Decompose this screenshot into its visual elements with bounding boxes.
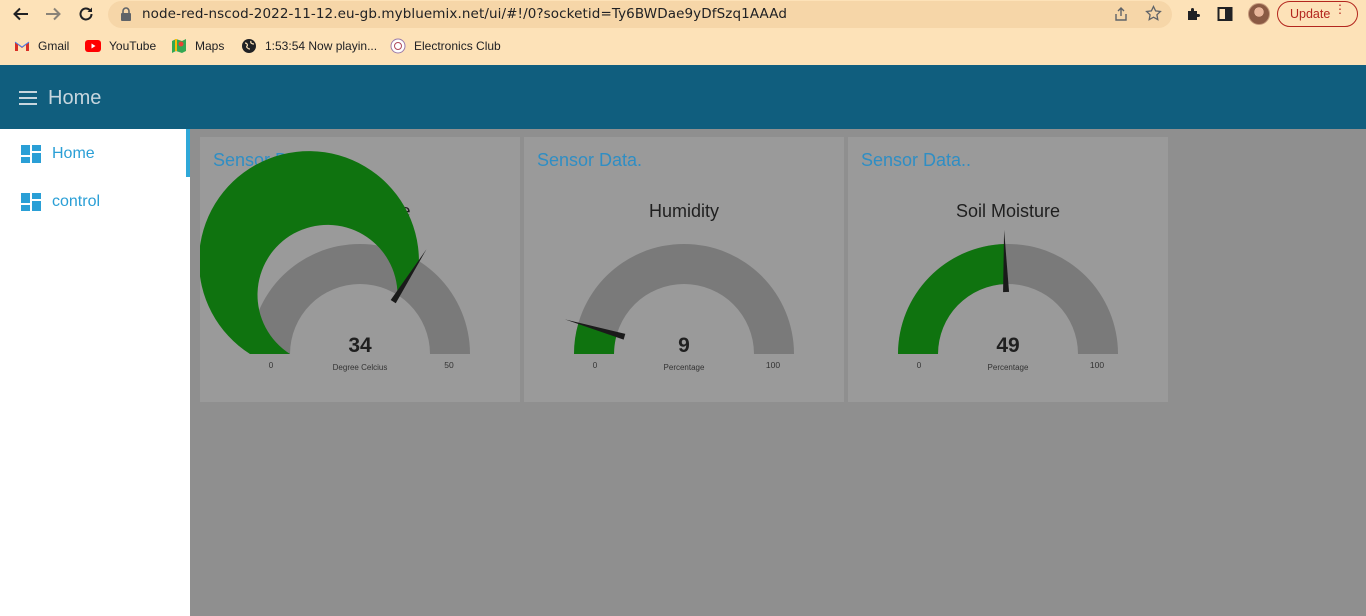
sensor-card-temperature: Sensor Data Temparature 34 Degree Celciu… (200, 137, 520, 402)
globe-icon (241, 38, 257, 54)
gauge-max-label: 50 (444, 360, 454, 370)
forward-button[interactable] (42, 3, 64, 25)
page-title: Home (48, 87, 102, 109)
forward-arrow-icon (46, 7, 61, 21)
extensions-button[interactable] (1184, 4, 1204, 24)
bookmark-star-icon[interactable] (1145, 5, 1162, 22)
sidebar: Home control (0, 129, 190, 616)
sidebar-item-label: control (52, 193, 101, 210)
back-button[interactable] (10, 3, 32, 25)
gauge-fill (898, 244, 1006, 354)
sidebar-item-control[interactable]: control (0, 177, 190, 225)
club-icon (390, 38, 406, 54)
bookmark-maps[interactable]: Maps (171, 35, 224, 57)
bookmarks-bar: Gmail YouTube Maps 1:53:54 Now playin...… (0, 35, 1366, 57)
dashboard-icon (21, 193, 41, 211)
sidebar-item-home[interactable]: Home (0, 129, 190, 177)
bookmark-youtube[interactable]: YouTube (85, 35, 156, 57)
bookmark-gmail[interactable]: Gmail (14, 35, 69, 57)
browser-toolbar: node-red-nscod-2022-11-12.eu-gb.mybluemi… (0, 0, 1366, 29)
gauge-value: 9 (678, 334, 690, 357)
more-menu-icon: ⋮ (1334, 2, 1346, 16)
url-text: node-red-nscod-2022-11-12.eu-gb.mybluemi… (142, 6, 788, 22)
gauge-min-label: 0 (593, 361, 598, 370)
sensor-card-humidity: Sensor Data. Humidity 9 Percentage 0 100 (524, 137, 844, 402)
profile-avatar[interactable] (1248, 3, 1270, 25)
address-bar[interactable]: node-red-nscod-2022-11-12.eu-gb.mybluemi… (108, 1, 1172, 28)
gauge-unit: Percentage (664, 363, 705, 372)
hamburger-menu-icon[interactable] (19, 91, 37, 105)
gauge-min-label: 0 (269, 361, 274, 370)
update-label: Update (1290, 7, 1331, 21)
bookmark-now-playing[interactable]: 1:53:54 Now playin... (241, 35, 377, 57)
gauge-value: 34 (348, 334, 372, 357)
app-header: Home (0, 65, 1366, 129)
puzzle-icon (1188, 8, 1200, 20)
youtube-icon (85, 38, 101, 54)
gauge-value: 49 (996, 334, 1019, 357)
sensor-card-soil-moisture: Sensor Data.. Soil Moisture 49 Percentag… (848, 137, 1168, 402)
side-panel-icon (1217, 7, 1233, 21)
bookmark-electronics-club[interactable]: Electronics Club (390, 35, 501, 57)
dashboard-icon (21, 145, 41, 163)
back-arrow-icon (13, 7, 28, 21)
gauge-unit: Percentage (988, 363, 1029, 372)
reload-button[interactable] (75, 3, 97, 25)
gauge-min-label: 0 (917, 361, 922, 370)
gauge-fill (200, 151, 419, 354)
browser-chrome: node-red-nscod-2022-11-12.eu-gb.mybluemi… (0, 0, 1366, 65)
gauge-max-label: 100 (766, 360, 780, 370)
share-icon[interactable] (1113, 6, 1129, 22)
gauge-max-label: 100 (1090, 360, 1104, 370)
gauge-unit: Degree Celcius (333, 363, 388, 372)
humidity-gauge: 9 Percentage 0 100 (564, 243, 794, 372)
side-panel-button[interactable] (1215, 4, 1235, 24)
gmail-icon (14, 38, 30, 54)
maps-icon (171, 38, 187, 54)
lock-icon (121, 7, 131, 21)
sidebar-item-label: Home (52, 145, 95, 162)
reload-icon (79, 7, 93, 21)
soil-moisture-gauge: 49 Percentage 0 100 (898, 230, 1118, 372)
update-button[interactable]: Update ⋮ (1277, 1, 1358, 27)
temperature-gauge: 34 Degree Celcius 0 50 (200, 151, 471, 372)
